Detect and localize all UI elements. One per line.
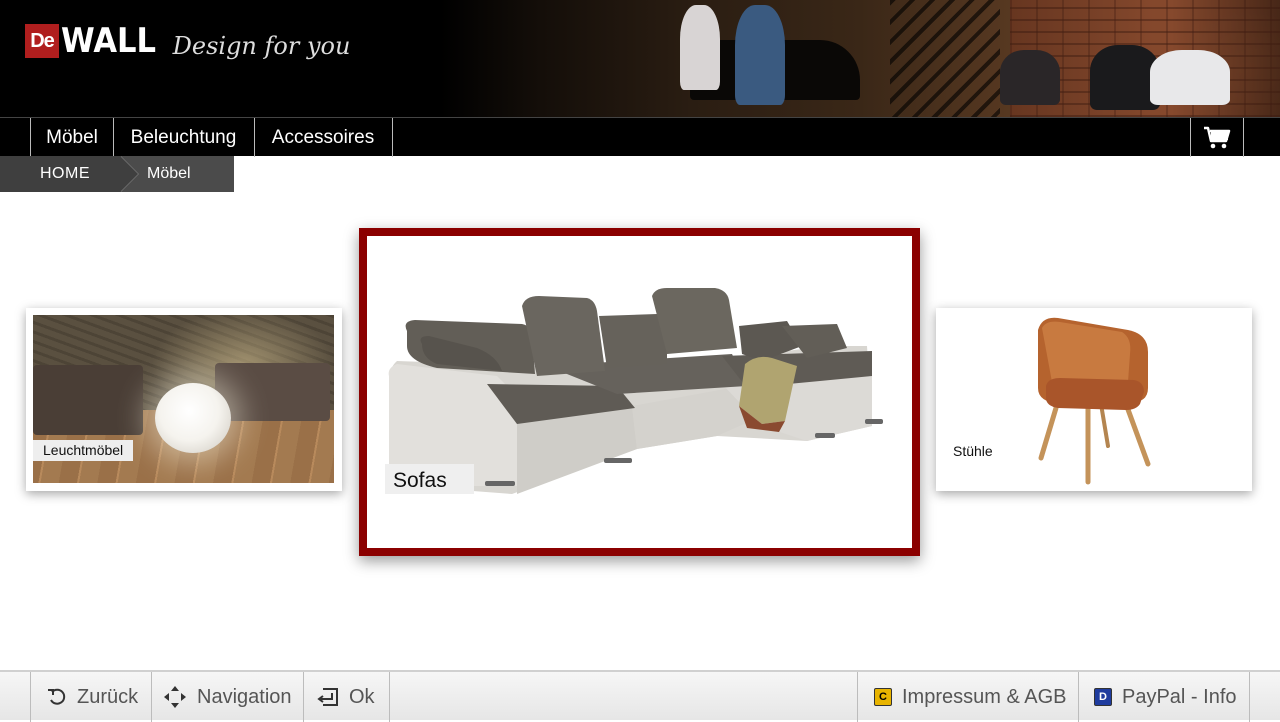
remote-control-bar: Zurück Navigation Ok C Impressum & AGB D… <box>0 670 1280 722</box>
key-c-icon: C <box>874 688 892 706</box>
sofa-image <box>388 288 883 494</box>
ok-button[interactable]: Ok <box>303 672 390 722</box>
enter-icon <box>317 687 339 707</box>
logo-tagline: Design for you <box>172 32 351 60</box>
category-label-leuchtmoebel: Leuchtmöbel <box>33 440 134 461</box>
four-way-arrows-icon <box>163 685 187 709</box>
banner-person <box>1150 50 1230 105</box>
banner-person <box>1000 50 1060 105</box>
category-label-stuehle: Stühle <box>946 440 1000 462</box>
back-button[interactable]: Zurück <box>30 672 152 722</box>
nav-item-beleuchtung[interactable]: Beleuchtung <box>113 118 255 157</box>
paypal-info-label: PayPal - Info <box>1122 685 1237 708</box>
nav-item-accessoires[interactable]: Accessoires <box>254 118 393 157</box>
chair-image <box>1038 317 1151 485</box>
impressum-button[interactable]: C Impressum & AGB <box>857 672 1079 722</box>
nav-item-moebel[interactable]: Möbel <box>30 118 114 157</box>
shopping-cart-icon <box>1204 126 1231 148</box>
undo-arrow-icon <box>47 687 67 707</box>
banner-person <box>735 5 785 105</box>
breadcrumb: HOME Möbel <box>0 156 234 192</box>
back-label: Zurück <box>77 685 139 708</box>
paypal-info-button[interactable]: D PayPal - Info <box>1078 672 1250 722</box>
category-card-sofas[interactable] <box>359 228 920 556</box>
logo-prefix: De <box>25 24 59 58</box>
banner-person <box>680 5 720 90</box>
ok-label: Ok <box>349 685 375 708</box>
site-logo[interactable]: De WALL Design for you <box>25 22 350 60</box>
header-banner: De WALL Design for you <box>0 0 1280 117</box>
navigation-label: Navigation <box>197 685 292 708</box>
category-card-stuehle[interactable] <box>936 308 1252 491</box>
banner-stairs <box>890 0 1000 117</box>
logo-name: WALL <box>61 21 157 61</box>
key-d-icon: D <box>1094 688 1112 706</box>
category-label-sofas: Sofas <box>385 464 474 494</box>
category-card-leuchtmoebel[interactable] <box>26 308 342 491</box>
main-nav: Möbel Beleuchtung Accessoires <box>0 117 1280 157</box>
cart-button[interactable] <box>1190 118 1244 157</box>
breadcrumb-home[interactable]: HOME <box>0 156 139 192</box>
navigation-button[interactable]: Navigation <box>151 672 304 722</box>
impressum-label: Impressum & AGB <box>902 685 1067 708</box>
